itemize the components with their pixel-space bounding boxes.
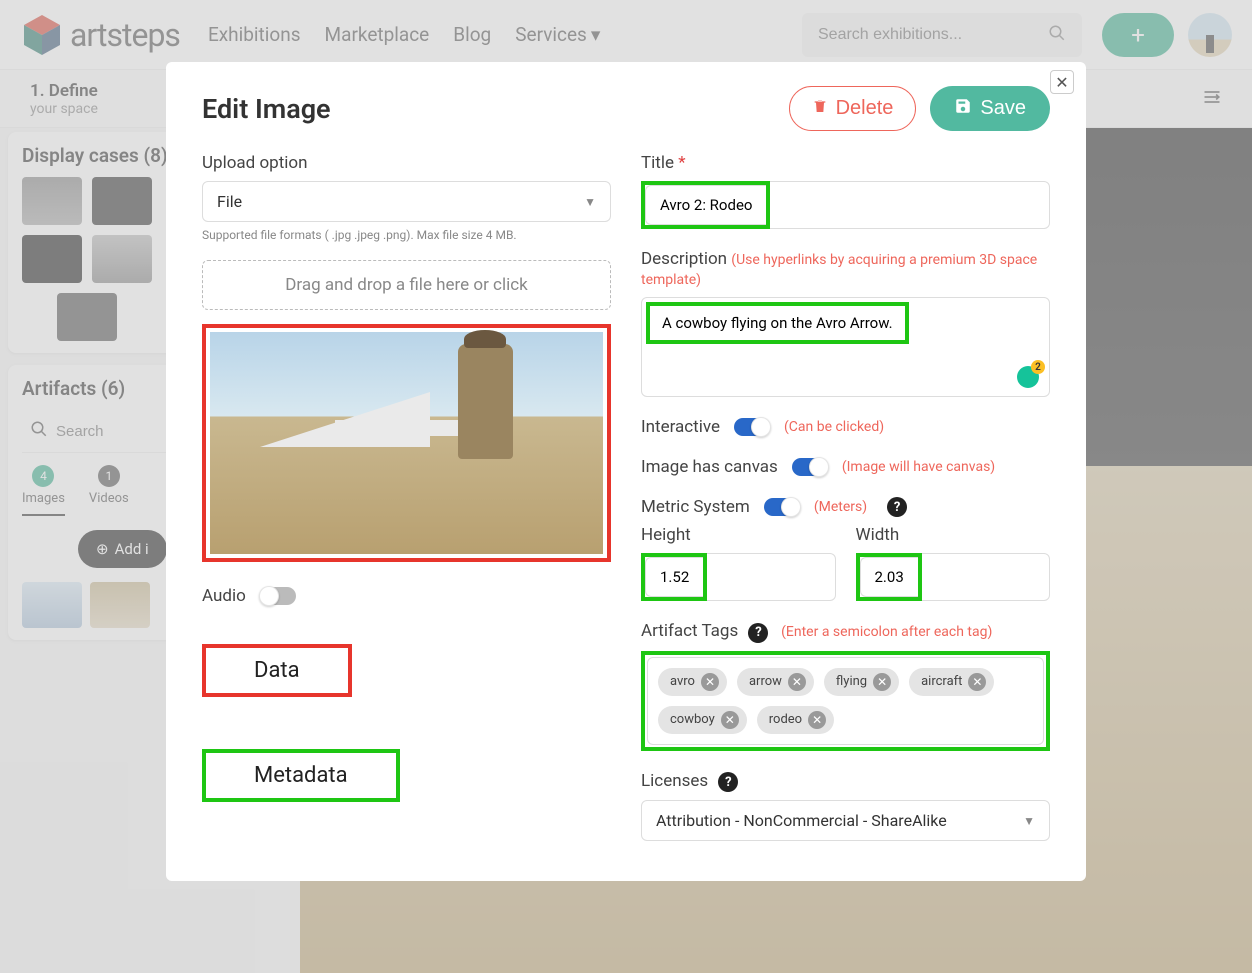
tag-remove-icon[interactable]: ✕ [873, 673, 891, 691]
interactive-toggle[interactable] [734, 418, 770, 436]
chevron-down-icon: ▼ [1023, 814, 1035, 828]
tag-remove-icon[interactable]: ✕ [808, 711, 826, 729]
save-button[interactable]: Save [930, 86, 1050, 131]
modal-overlay: ✕ Edit Image Delete Save Upload option F… [0, 0, 1252, 973]
tag-chip: avro✕ [658, 668, 727, 696]
title-field-wrap: Avro 2: Rodeo [641, 181, 1050, 229]
edit-image-modal: ✕ Edit Image Delete Save Upload option F… [166, 62, 1086, 881]
left-column: Upload option File ▼ Supported file form… [202, 153, 611, 841]
grammarly-icon[interactable] [1017, 366, 1039, 388]
metric-toggle[interactable] [764, 498, 800, 516]
tag-chip: rodeo✕ [757, 706, 834, 734]
close-icon: ✕ [1055, 73, 1068, 92]
metadata-annotation-label: Metadata [202, 749, 400, 802]
save-icon [954, 97, 972, 121]
title-input-rest[interactable] [770, 181, 1050, 229]
licenses-label: Licenses ? [641, 771, 1050, 793]
tag-remove-icon[interactable]: ✕ [968, 673, 986, 691]
audio-toggle[interactable] [260, 587, 296, 605]
tags-input[interactable]: avro✕ arrow✕ flying✕ aircraft✕ cowboy✕ r… [647, 657, 1044, 745]
desc-value-highlighted: A cowboy flying on the Avro Arrow. [646, 302, 909, 344]
upload-label: Upload option [202, 153, 611, 173]
close-button[interactable]: ✕ [1050, 70, 1074, 94]
canvas-label: Image has canvas [641, 457, 778, 477]
width-input[interactable]: 2.03 [860, 557, 918, 597]
metric-label: Metric System [641, 497, 750, 517]
tag-remove-icon[interactable]: ✕ [701, 673, 719, 691]
modal-title: Edit Image [202, 93, 331, 125]
right-column: Title * Avro 2: Rodeo Description (Use h… [641, 153, 1050, 841]
upload-select[interactable]: File ▼ [202, 181, 611, 222]
data-annotation-label: Data [202, 644, 352, 697]
licenses-select[interactable]: Attribution - NonCommercial - ShareAlike… [641, 800, 1050, 841]
tag-chip: flying✕ [824, 668, 899, 696]
info-icon[interactable]: ? [718, 772, 738, 792]
title-input-highlighted[interactable]: Avro 2: Rodeo [645, 185, 766, 225]
title-label: Title * [641, 153, 1050, 173]
image-preview-annotation [202, 324, 611, 562]
tags-label: Artifact Tags ? (Enter a semicolon after… [641, 621, 1050, 643]
tag-chip: arrow✕ [737, 668, 814, 696]
audio-label: Audio [202, 586, 246, 606]
canvas-toggle[interactable] [792, 458, 828, 476]
tag-remove-icon[interactable]: ✕ [721, 711, 739, 729]
chevron-down-icon: ▼ [584, 195, 596, 209]
desc-label: Description (Use hyperlinks by acquiring… [641, 249, 1050, 289]
image-preview [210, 332, 603, 554]
tag-remove-icon[interactable]: ✕ [788, 673, 806, 691]
tag-chip: aircraft✕ [909, 668, 994, 696]
info-icon[interactable]: ? [748, 623, 768, 643]
height-input[interactable]: 1.52 [645, 557, 703, 597]
delete-button[interactable]: Delete [789, 86, 917, 131]
file-dropzone[interactable]: Drag and drop a file here or click [202, 260, 611, 310]
upload-hint: Supported file formats ( .jpg .jpeg .png… [202, 228, 611, 242]
height-label: Height [641, 525, 836, 545]
tag-chip: cowboy✕ [658, 706, 747, 734]
width-label: Width [856, 525, 1051, 545]
trash-icon [812, 97, 828, 120]
interactive-label: Interactive [641, 417, 720, 437]
info-icon[interactable]: ? [887, 497, 907, 517]
description-textarea[interactable]: A cowboy flying on the Avro Arrow. [641, 297, 1050, 397]
